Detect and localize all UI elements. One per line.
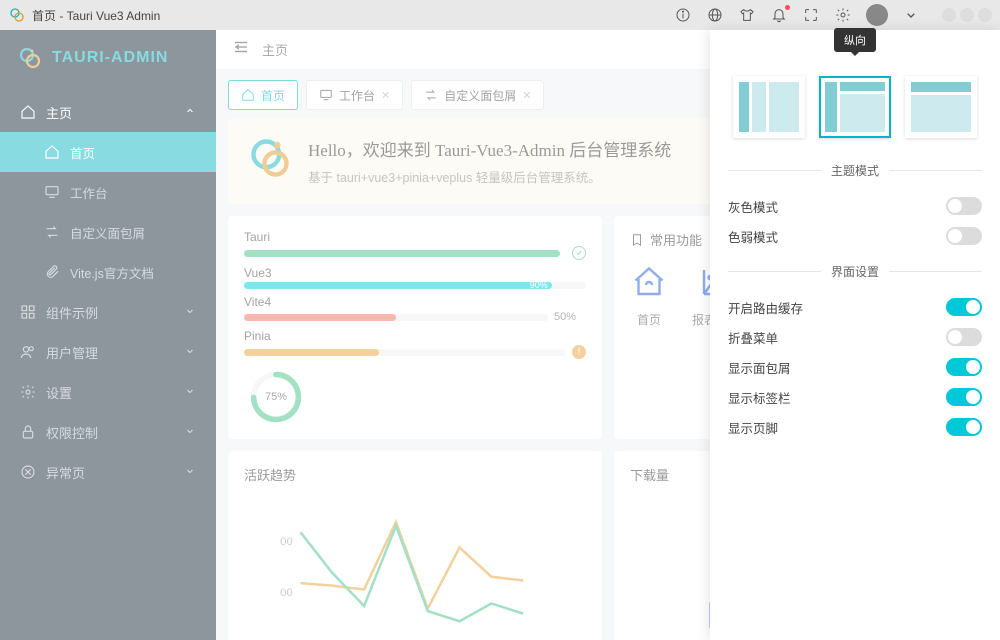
switch-toggle[interactable] [946,298,982,316]
window-controls[interactable] [942,8,992,22]
setting-row: 色弱模式 [728,221,982,251]
layout-opt-3[interactable] [905,76,977,138]
globe-icon[interactable] [706,6,724,24]
setting-label: 色弱模式 [728,227,778,246]
setting-label: 开启路由缓存 [728,298,803,317]
gear-icon[interactable] [834,6,852,24]
switch-toggle[interactable] [946,388,982,406]
switch-toggle[interactable] [946,418,982,436]
bell-icon[interactable] [770,6,788,24]
section-ui: 界面设置 [728,263,982,280]
expand-icon[interactable] [802,6,820,24]
switch-toggle[interactable] [946,358,982,376]
setting-row: 显示标签栏 [728,382,982,412]
window-title: 首页 - Tauri Vue3 Admin [32,7,160,24]
setting-label: 折叠菜单 [728,328,778,347]
setting-row: 显示面包屑 [728,352,982,382]
switch-toggle[interactable] [946,328,982,346]
settings-drawer: 主题模式 灰色模式色弱模式 界面设置 开启路由缓存折叠菜单显示面包屑显示标签栏显… [710,30,1000,640]
section-theme: 主题模式 [728,162,982,179]
setting-label: 灰色模式 [728,197,778,216]
switch-toggle[interactable] [946,197,982,215]
layout-opt-1[interactable] [733,76,805,138]
shirt-icon[interactable] [738,6,756,24]
setting-row: 灰色模式 [728,191,982,221]
setting-row: 折叠菜单 [728,322,982,352]
switch-toggle[interactable] [946,227,982,245]
setting-label: 显示面包屑 [728,358,791,377]
titlebar: 首页 - Tauri Vue3 Admin [0,0,1000,30]
app-icon [8,6,26,24]
info-icon[interactable] [674,6,692,24]
avatar[interactable] [866,4,888,26]
setting-label: 显示标签栏 [728,388,791,407]
setting-row: 显示页脚 [728,412,982,442]
chevron-down-icon[interactable] [902,6,920,24]
layout-opt-2[interactable] [819,76,891,138]
setting-row: 开启路由缓存 [728,292,982,322]
setting-label: 显示页脚 [728,418,778,437]
layout-tooltip: 纵向 [834,28,876,52]
